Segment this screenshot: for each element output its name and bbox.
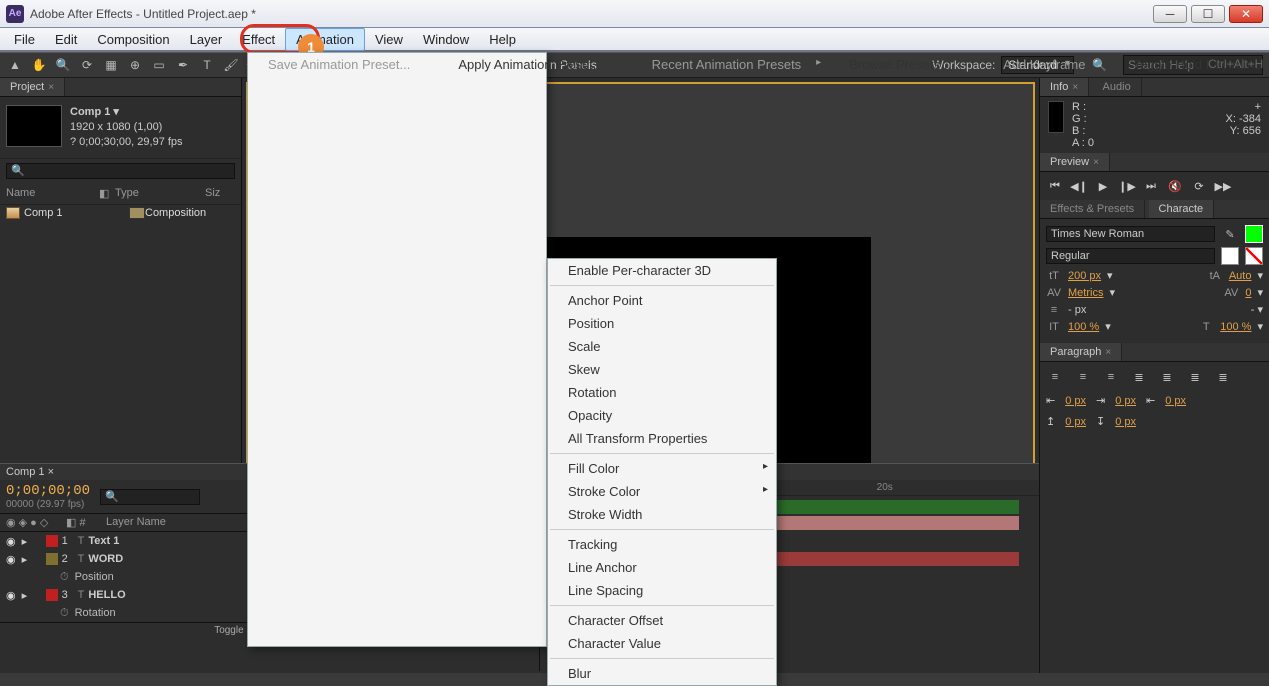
shape-tool-icon[interactable]: ▭ [150, 56, 168, 74]
menu-bar: File Edit Composition Layer Effect Anima… [0, 28, 1269, 52]
menu-edit[interactable]: Edit [45, 29, 87, 50]
comp-name[interactable]: Comp 1 ▾ [70, 105, 183, 120]
brush-tool-icon[interactable]: 🖌 [222, 56, 240, 74]
row-tag-swatch [129, 207, 145, 219]
menu-effect[interactable]: Effect [232, 29, 285, 50]
menu-view[interactable]: View [365, 29, 413, 50]
app-logo [6, 5, 24, 23]
submenu-item[interactable]: Anchor Point [548, 289, 776, 312]
menu-animation[interactable]: Animation [285, 28, 365, 51]
frame-count: 00000 (29.97 fps) [6, 499, 92, 510]
zoom-tool-icon[interactable]: 🔍 [54, 56, 72, 74]
anchor-tool-icon[interactable]: ⊕ [126, 56, 144, 74]
menu-window[interactable]: Window [413, 29, 479, 50]
text-layer-icon: T [78, 589, 85, 601]
submenu-item[interactable]: Rotation [548, 381, 776, 404]
av-col: ◉ ◈ ● ◇ [6, 516, 66, 529]
comp-thumbnail [6, 105, 62, 147]
menu-help[interactable]: Help [479, 29, 526, 50]
composition-icon [6, 207, 20, 219]
minimize-button[interactable]: ─ [1153, 5, 1187, 23]
menu-item: Add Keyframe [983, 53, 1113, 646]
submenu-item[interactable]: Tracking [548, 533, 776, 556]
submenu-item[interactable]: Enable Per-character 3D [548, 259, 776, 282]
submenu-item[interactable]: Line Anchor [548, 556, 776, 579]
layer-name-col[interactable]: Layer Name [106, 516, 166, 529]
layer-color-swatch[interactable] [46, 553, 58, 565]
text-layer-icon: T [78, 553, 85, 565]
submenu-item[interactable]: Stroke Color▸ [548, 480, 776, 503]
submenu-item[interactable]: Fill Color▸ [548, 457, 776, 480]
col-tag-icon[interactable]: ◧ [99, 187, 115, 200]
layer-color-swatch[interactable] [46, 589, 58, 601]
row-name: Comp 1 [24, 207, 129, 219]
stopwatch-icon[interactable]: ⏱ [60, 571, 69, 584]
submenu-item[interactable]: Opacity [548, 404, 776, 427]
submenu-item[interactable]: Position [548, 312, 776, 335]
pen-tool-icon[interactable]: ✒ [174, 56, 192, 74]
menu-item: Save Animation Preset... [248, 53, 438, 646]
menu-item[interactable]: Browse Presets... [829, 53, 979, 646]
project-search[interactable] [6, 163, 235, 179]
title-bar: Adobe After Effects - Untitled Project.a… [0, 0, 1269, 28]
visibility-icon[interactable]: ◉ [6, 535, 16, 548]
project-tab[interactable]: Project× [0, 78, 65, 96]
stopwatch-icon[interactable]: ⏱ [60, 607, 69, 620]
project-row-comp1[interactable]: Comp 1 Composition [0, 205, 241, 221]
comp-dims: 1920 x 1080 (1,00) [70, 120, 183, 135]
animate-text-submenu: Enable Per-character 3D Anchor PointPosit… [547, 258, 777, 686]
window-title: Adobe After Effects - Untitled Project.a… [30, 7, 1153, 21]
menu-item[interactable]: Toggle Hold KeyframeCtrl+Alt+H [1113, 53, 1269, 646]
submenu-item[interactable]: Scale [548, 335, 776, 358]
submenu-item[interactable]: Stroke Width [548, 503, 776, 526]
text-tool-icon[interactable]: T [198, 56, 216, 74]
col-size[interactable]: Siz [205, 187, 235, 200]
submenu-item[interactable]: All Transform Properties [548, 427, 776, 450]
menu-layer[interactable]: Layer [180, 29, 233, 50]
submenu-item[interactable]: Character Value [548, 632, 776, 655]
rotate-tool-icon[interactable]: ⟳ [78, 56, 96, 74]
submenu-item[interactable]: Line Spacing [548, 579, 776, 602]
selection-tool-icon[interactable]: ▲ [6, 56, 24, 74]
submenu-item[interactable]: Blur [548, 662, 776, 685]
row-type: Composition [145, 207, 235, 219]
maximize-button[interactable]: ☐ [1191, 5, 1225, 23]
layer-color-swatch[interactable] [46, 535, 58, 547]
timeline-tab[interactable]: Comp 1 × [6, 466, 54, 478]
camera-tool-icon[interactable]: ▦ [102, 56, 120, 74]
comp-duration: ? 0;00;30;00, 29,97 fps [70, 135, 183, 150]
timeline-search[interactable] [100, 489, 200, 505]
visibility-icon[interactable]: ◉ [6, 553, 16, 566]
menu-composition[interactable]: Composition [87, 29, 179, 50]
col-name[interactable]: Name [6, 187, 99, 200]
submenu-item[interactable]: Character Offset [548, 609, 776, 632]
timecode[interactable]: 0;00;00;00 [6, 483, 90, 499]
col-type[interactable]: Type [115, 187, 205, 200]
hand-tool-icon[interactable]: ✋ [30, 56, 48, 74]
close-button[interactable]: ✕ [1229, 5, 1263, 23]
menu-file[interactable]: File [4, 29, 45, 50]
text-layer-icon: T [78, 535, 85, 547]
animation-menu: Save Animation Preset...Apply Animation … [247, 52, 547, 647]
submenu-item[interactable]: Skew [548, 358, 776, 381]
tag-col: ◧ # [66, 516, 106, 529]
visibility-icon[interactable]: ◉ [6, 589, 16, 602]
